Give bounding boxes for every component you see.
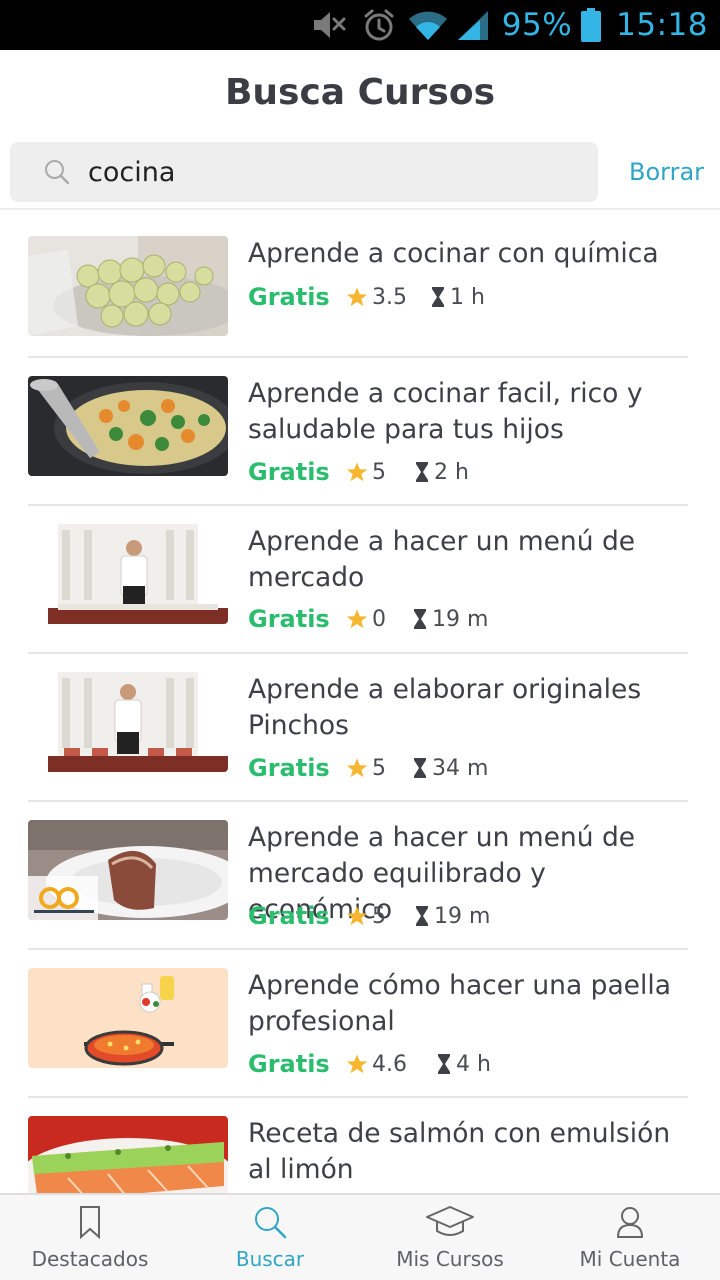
duration: 2 h [414, 460, 469, 485]
course-title: Receta de salmón con emulsión al limón [248, 1118, 671, 1185]
price-label: Gratis [248, 283, 330, 311]
course-thumbnail [28, 1116, 228, 1193]
course-item[interactable]: Aprende a hacer un menú de mercado Grati… [28, 506, 688, 654]
hourglass-icon [414, 609, 426, 629]
duration-value: 2 h [434, 459, 469, 485]
course-item[interactable]: Receta de salmón con emulsión al limón [28, 1098, 688, 1193]
hourglass-icon [416, 906, 428, 926]
graduation-cap-icon [360, 1205, 540, 1239]
duration-value: 1 h [450, 284, 485, 310]
search-bar[interactable] [10, 142, 598, 202]
battery-percent: 95% [501, 7, 573, 43]
nav-label: Buscar [235, 1247, 305, 1271]
course-meta: Gratis 0 19 m [248, 602, 488, 636]
price-label: Gratis [248, 902, 330, 930]
rating-value: 0 [372, 606, 386, 632]
course-thumbnail [28, 524, 228, 624]
nav-destacados[interactable]: Destacados [0, 1195, 180, 1280]
course-title: Aprende a cocinar facil, rico y saludabl… [248, 378, 643, 445]
course-title: Aprende a elaborar originales Pinchos [248, 674, 642, 741]
app-header: Busca Cursos [0, 50, 720, 142]
status-icons: 95% 15:18 [312, 0, 708, 50]
rating: 4.6 [346, 1052, 436, 1077]
course-item[interactable]: Aprende a cocinar facil, rico y saludabl… [28, 358, 688, 506]
battery-icon [580, 8, 602, 42]
clock: 15:18 [616, 7, 708, 43]
duration: 34 m [412, 756, 488, 781]
course-item[interactable]: Aprende a elaborar originales Pinchos Gr… [28, 654, 688, 802]
nav-label: Destacados [31, 1247, 149, 1271]
course-thumbnail [28, 236, 228, 336]
rating-value: 4.6 [372, 1051, 407, 1077]
duration: 1 h [430, 285, 485, 310]
rating-value: 5 [372, 459, 386, 485]
rating: 5 [346, 904, 414, 929]
rating: 3.5 [346, 285, 430, 310]
price-label: Gratis [248, 754, 330, 782]
duration: 4 h [436, 1052, 491, 1077]
bottom-navigation: Destacados Buscar Mis Cursos Mi Cuenta [0, 1193, 720, 1280]
duration: 19 m [412, 607, 488, 632]
wifi-icon [408, 9, 448, 41]
duration-value: 34 m [432, 755, 489, 781]
rating-value: 3.5 [372, 284, 407, 310]
course-item[interactable]: Aprende a cocinar con química Gratis 3.5… [28, 210, 688, 358]
mute-icon [312, 10, 348, 40]
hourglass-icon [414, 758, 426, 778]
duration-value: 4 h [456, 1051, 491, 1077]
course-thumbnail [28, 376, 228, 476]
rating: 0 [346, 607, 412, 632]
hourglass-icon [416, 462, 428, 482]
star-icon [346, 758, 368, 778]
bookmark-icon [0, 1205, 180, 1239]
search-icon [180, 1205, 360, 1239]
nav-label: Mi Cuenta [579, 1247, 681, 1271]
rating-value: 5 [372, 755, 386, 781]
course-item[interactable]: Aprende a hacer un menú de mercado equil… [28, 802, 688, 950]
price-label: Gratis [248, 1050, 330, 1078]
course-meta: Gratis 5 19 m [248, 899, 490, 933]
star-icon [346, 1054, 368, 1074]
course-title: Aprende a hacer un menú de mercado [248, 526, 636, 593]
nav-buscar[interactable]: Buscar [180, 1195, 360, 1280]
rating-value: 5 [372, 903, 386, 929]
nav-mi-cuenta[interactable]: Mi Cuenta [540, 1195, 720, 1280]
hourglass-icon [432, 287, 444, 307]
course-title: Aprende a cocinar con química [248, 238, 659, 269]
alarm-icon [362, 8, 396, 42]
star-icon [346, 609, 368, 629]
course-thumbnail [28, 968, 228, 1068]
course-meta: Gratis 4.6 4 h [248, 1047, 491, 1081]
duration-value: 19 m [434, 903, 491, 929]
rating: 5 [346, 756, 412, 781]
search-icon [44, 159, 70, 189]
duration: 19 m [414, 904, 490, 929]
user-icon [540, 1205, 720, 1239]
course-meta: Gratis 5 2 h [248, 455, 469, 489]
hourglass-icon [438, 1054, 450, 1074]
star-icon [346, 462, 368, 482]
course-list[interactable]: Aprende a cocinar con química Gratis 3.5… [0, 210, 720, 1193]
star-icon [346, 906, 368, 926]
price-label: Gratis [248, 605, 330, 633]
course-meta: Gratis 5 34 m [248, 751, 488, 785]
search-input[interactable] [88, 142, 588, 202]
star-icon [346, 287, 368, 307]
course-thumbnail [28, 820, 228, 920]
nav-mis-cursos[interactable]: Mis Cursos [360, 1195, 540, 1280]
clear-search-button[interactable]: Borrar [629, 158, 704, 186]
rating: 5 [346, 460, 414, 485]
course-title: Aprende cómo hacer una paella profesiona… [248, 970, 671, 1037]
price-label: Gratis [248, 458, 330, 486]
course-thumbnail [28, 672, 228, 772]
nav-label: Mis Cursos [396, 1247, 504, 1271]
signal-icon [456, 9, 490, 41]
course-item[interactable]: Aprende cómo hacer una paella profesiona… [28, 950, 688, 1098]
page-title: Busca Cursos [224, 72, 496, 113]
duration-value: 19 m [432, 606, 489, 632]
status-bar: 95% 15:18 [0, 0, 720, 50]
course-meta: Gratis 3.5 1 h [248, 280, 485, 314]
